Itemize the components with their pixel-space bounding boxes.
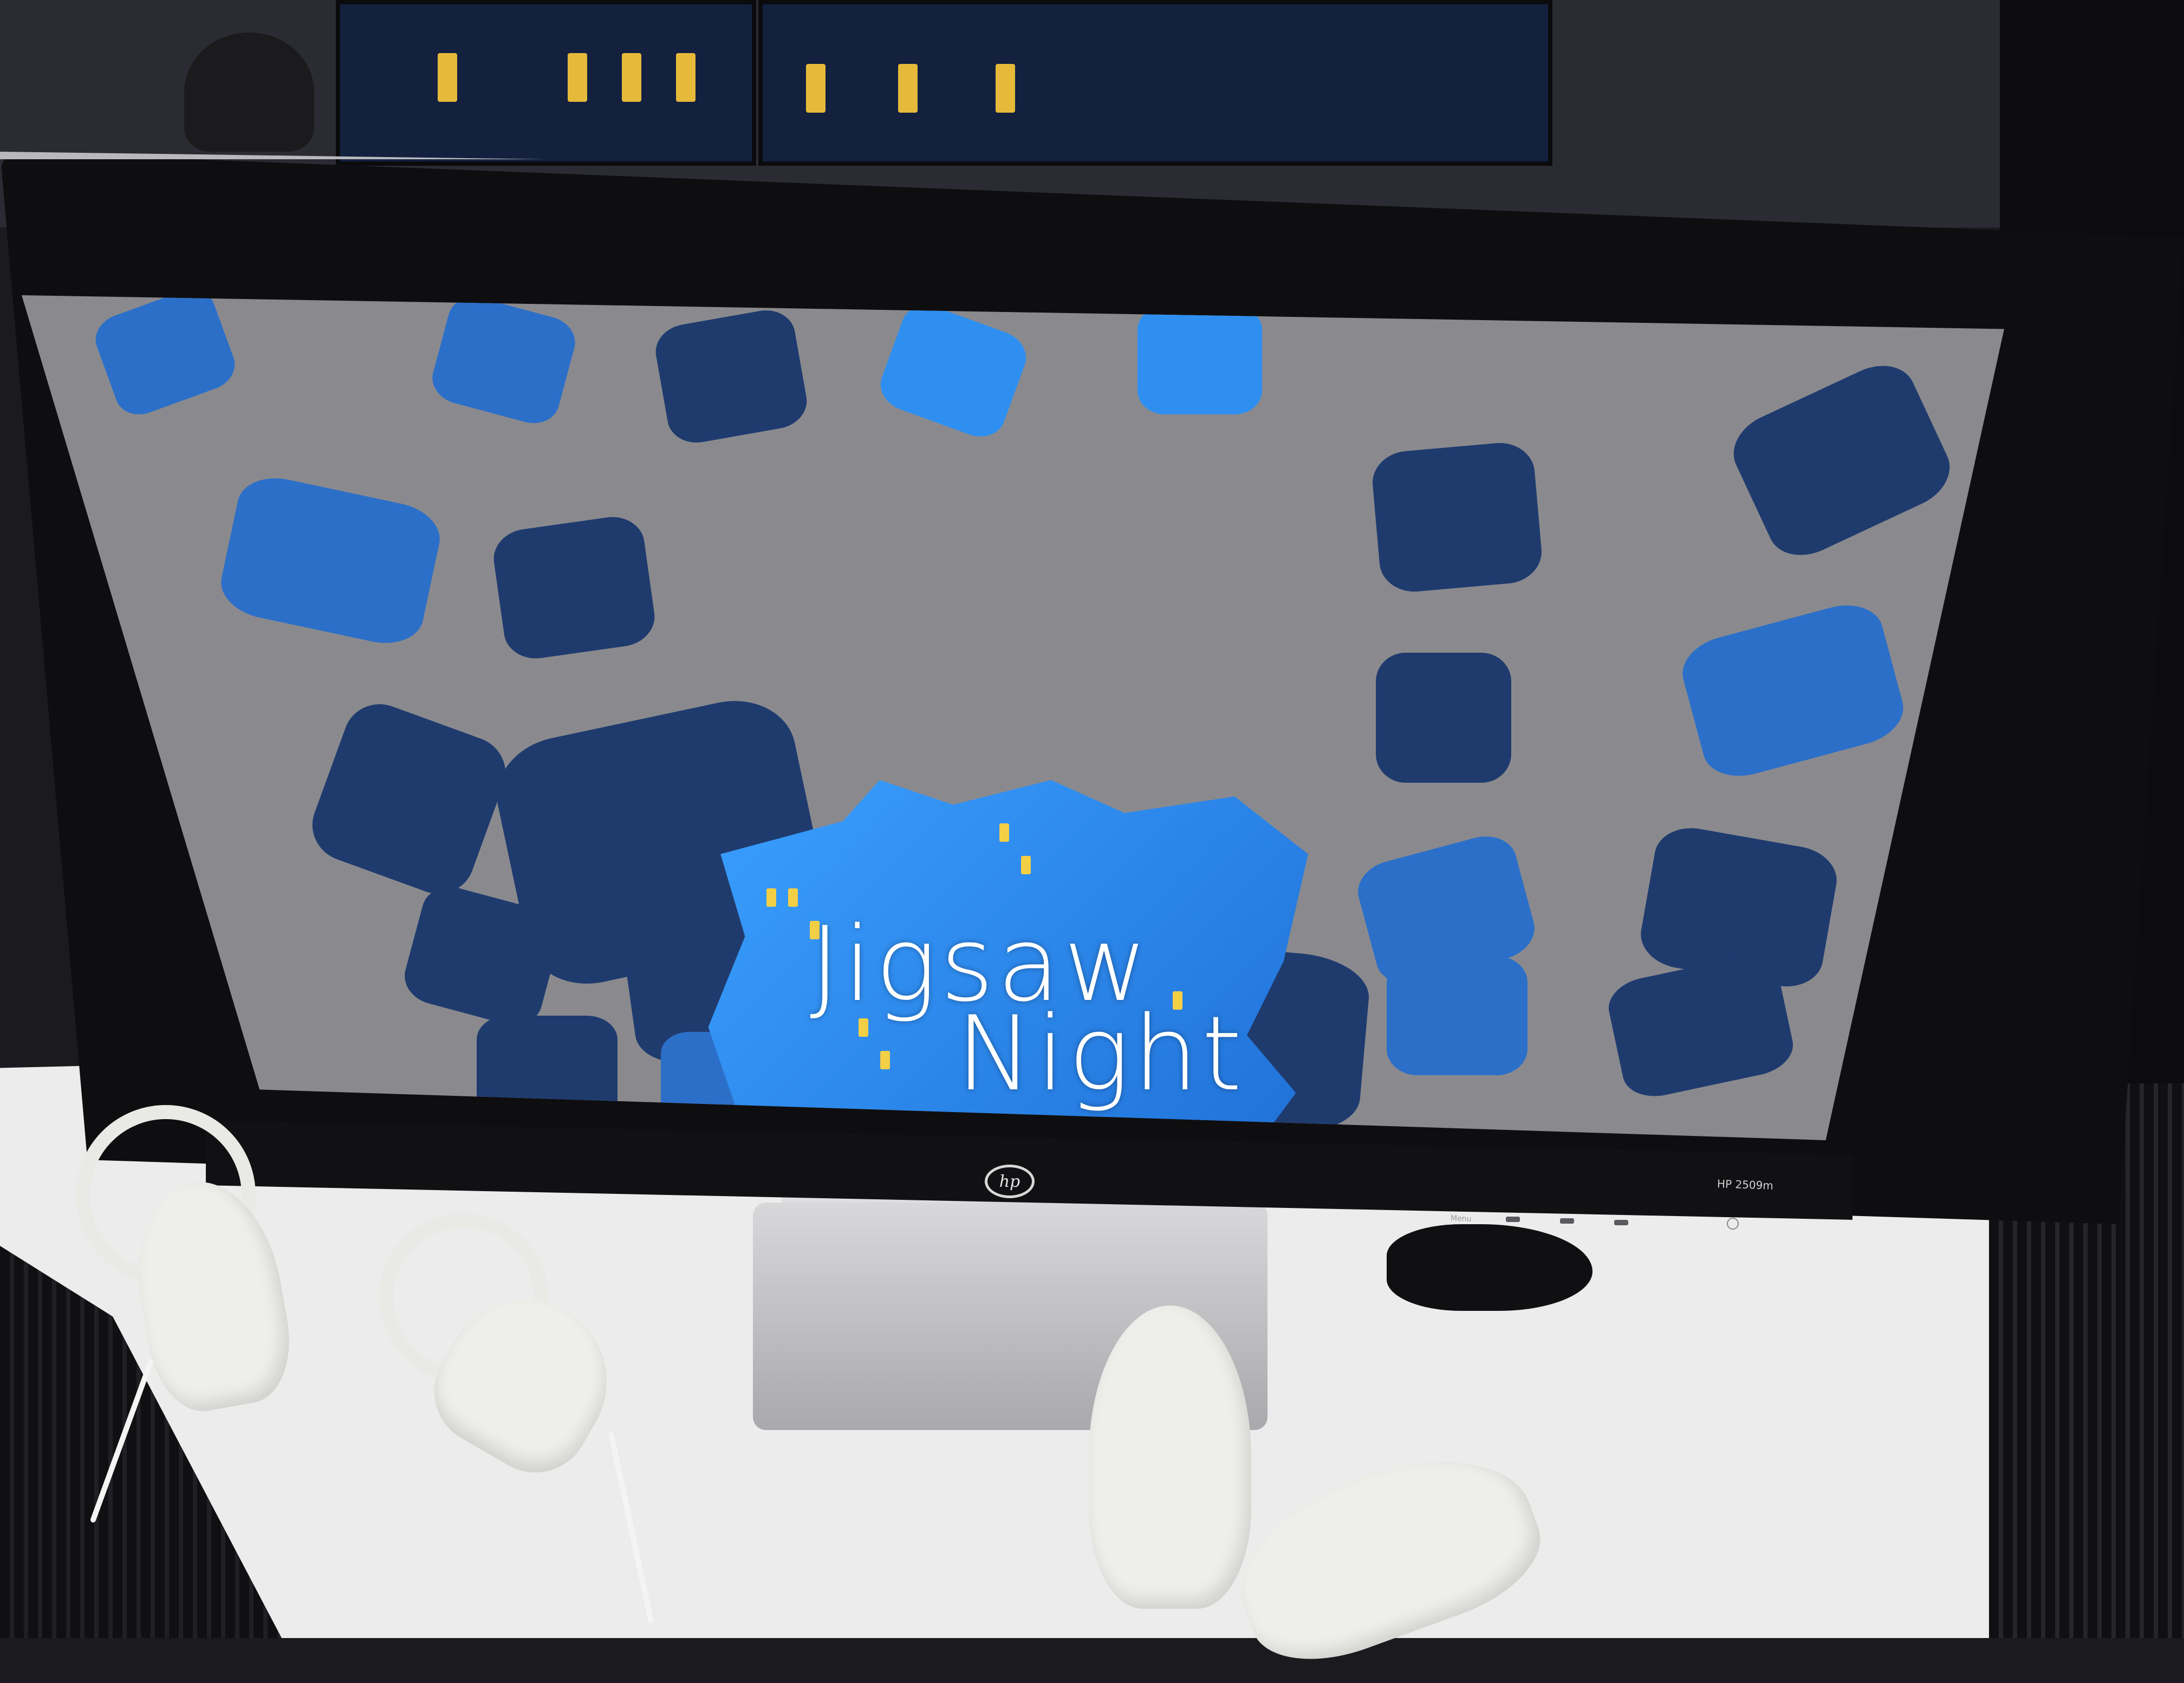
puzzle-piece — [874, 297, 1033, 445]
window-light — [999, 823, 1009, 842]
photo-scene: Jigsaw Night hp HP 2509m Menu — [0, 0, 2184, 1683]
puzzle-piece — [1603, 950, 1798, 1103]
puzzle-piece — [1675, 596, 1911, 785]
puzzle-piece — [490, 512, 659, 663]
puzzle-piece — [1376, 653, 1511, 783]
window-light — [438, 53, 457, 102]
window-light — [1021, 856, 1031, 874]
background-display-right — [758, 0, 1552, 166]
puzzle-piece — [89, 295, 242, 422]
puzzle-piece — [302, 694, 516, 904]
game-title-line2: Night — [956, 994, 1245, 1114]
monitor-control-button[interactable] — [1560, 1218, 1574, 1224]
monitor-screen: Jigsaw Night — [22, 295, 2004, 1140]
puzzle-piece — [651, 306, 811, 447]
power-icon[interactable] — [1727, 1218, 1739, 1230]
background-person — [184, 33, 314, 152]
vr-controller-right — [1089, 1305, 1251, 1609]
puzzle-piece — [1722, 353, 1961, 568]
puzzle-piece — [427, 295, 581, 430]
puzzle-piece — [1370, 440, 1544, 595]
puzzle-piece — [1138, 306, 1262, 414]
window-light — [898, 64, 918, 113]
background-display-left — [336, 0, 756, 166]
monitor-model-label: HP 2509m — [1717, 1177, 1774, 1192]
window-light — [788, 888, 798, 907]
hp-logo-icon: hp — [985, 1165, 1035, 1198]
monitor-menu-label: Menu — [1450, 1214, 1472, 1224]
window-light — [622, 53, 641, 102]
window-light — [880, 1051, 890, 1069]
monitor-control-button[interactable] — [1614, 1220, 1628, 1225]
window-light — [676, 53, 696, 102]
puzzle-piece — [215, 470, 446, 651]
monitor-control-button[interactable] — [1506, 1217, 1520, 1222]
window-light — [568, 53, 587, 102]
window-light — [766, 888, 776, 907]
window-light — [806, 64, 826, 113]
puzzle-piece — [1387, 956, 1528, 1075]
window-light — [996, 64, 1015, 113]
